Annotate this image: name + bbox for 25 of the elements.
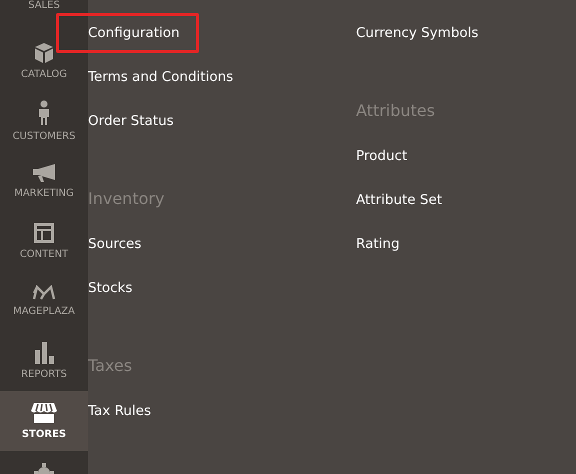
menu-link[interactable]: Rating: [324, 224, 419, 264]
section-heading: Inventory: [88, 188, 166, 210]
bar-chart-icon: [34, 342, 54, 364]
section-heading: Attributes: [356, 100, 436, 122]
nav-label[interactable]: CONTENT: [20, 249, 68, 260]
nav-label[interactable]: MARKETING: [14, 188, 74, 199]
nav-label[interactable]: REPORTS: [21, 369, 67, 380]
menu-link[interactable]: Currency Symbols: [324, 13, 498, 53]
mageplaza-icon: [32, 285, 56, 301]
menu-link[interactable]: Product: [324, 136, 426, 176]
nav-label[interactable]: CUSTOMERS: [12, 131, 76, 142]
nav-item-highlight[interactable]: STORES: [0, 391, 88, 451]
megaphone-icon: [32, 163, 56, 183]
nav-label[interactable]: CATALOG: [20, 69, 68, 80]
store-icon: [31, 402, 57, 424]
section-heading: Taxes: [88, 355, 134, 377]
nav-label[interactable]: MAGEPLAZA: [13, 306, 75, 317]
menu-link[interactable]: Stocks: [56, 268, 152, 308]
box-icon: [34, 42, 54, 64]
menu-link[interactable]: Attribute Set: [324, 180, 462, 220]
nav-label[interactable]: STORES: [22, 429, 66, 440]
nav-label[interactable]: SALES: [28, 0, 60, 11]
menu-link[interactable]: Configuration: [56, 13, 199, 53]
layout-icon: [33, 222, 55, 244]
person-icon: [38, 100, 50, 126]
